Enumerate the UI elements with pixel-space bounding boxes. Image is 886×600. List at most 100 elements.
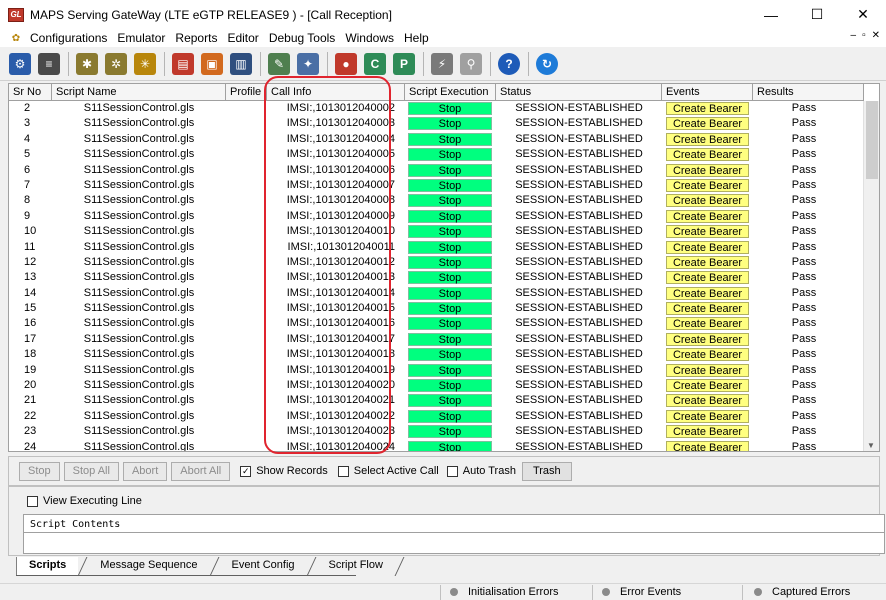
toolbar-button-13[interactable]: ⚡	[428, 50, 456, 78]
row-stop-button[interactable]: Stop	[408, 148, 492, 162]
row-stop-button[interactable]: Stop	[408, 102, 492, 115]
show-records-checkbox[interactable]: ✓ Show Records	[240, 465, 328, 477]
col-header-status[interactable]: Status	[496, 84, 662, 101]
table-row[interactable]: 24 S11SessionControl.gls IMSI:,10130120400…	[9, 440, 864, 451]
toolbar-button-15[interactable]: ?	[495, 50, 523, 78]
col-header-script-name[interactable]: Script Name	[52, 84, 226, 101]
menu-debug-tools[interactable]: Debug Tools	[269, 31, 336, 45]
toolbar-button-10[interactable]: ●	[332, 50, 360, 78]
maximize-button[interactable]: ☐	[794, 0, 840, 29]
row-stop-button[interactable]: Stop	[408, 302, 492, 316]
create-bearer-button[interactable]: Create Bearer	[666, 132, 749, 146]
create-bearer-button[interactable]: Create Bearer	[666, 271, 749, 285]
create-bearer-button[interactable]: Create Bearer	[666, 348, 749, 362]
col-header-results[interactable]: Results	[753, 84, 864, 101]
toolbar-button-14[interactable]: ⚲	[457, 50, 485, 78]
toolbar-button-9[interactable]: ✦	[294, 50, 322, 78]
table-row[interactable]: 10 S11SessionControl.gls IMSI:,10130120400…	[9, 224, 864, 239]
create-bearer-button[interactable]: Create Bearer	[666, 332, 749, 346]
table-row[interactable]: 12 S11SessionControl.gls IMSI:,10130120400…	[9, 255, 864, 270]
script-contents-box[interactable]: Script Contents	[23, 514, 885, 554]
create-bearer-button[interactable]: Create Bearer	[666, 409, 749, 423]
mdi-restore-button[interactable]: ▫	[862, 30, 866, 41]
col-header-script-execution[interactable]: Script Execution	[405, 84, 496, 101]
table-row[interactable]: 2 S11SessionControl.gls IMSI:,101301204000…	[9, 101, 864, 116]
create-bearer-button[interactable]: Create Bearer	[666, 163, 749, 177]
auto-trash-box[interactable]	[446, 465, 458, 477]
row-stop-button[interactable]: Stop	[408, 348, 492, 362]
row-stop-button[interactable]: Stop	[408, 240, 492, 254]
menu-configurations[interactable]: Configurations	[30, 31, 107, 45]
create-bearer-button[interactable]: Create Bearer	[666, 302, 749, 316]
row-stop-button[interactable]: Stop	[408, 255, 492, 269]
col-header-call-info[interactable]: Call Info	[267, 84, 405, 101]
create-bearer-button[interactable]: Create Bearer	[666, 425, 749, 439]
row-stop-button[interactable]: Stop	[408, 440, 492, 451]
toolbar-button-11[interactable]: C	[361, 50, 389, 78]
abort-button[interactable]: Abort	[122, 461, 168, 481]
row-stop-button[interactable]: Stop	[408, 117, 492, 131]
create-bearer-button[interactable]: Create Bearer	[666, 394, 749, 408]
tab-script-flow[interactable]: Script Flow	[317, 557, 395, 575]
system-menu-icon[interactable]: ✿	[8, 31, 24, 45]
create-bearer-button[interactable]: Create Bearer	[666, 440, 749, 451]
toolbar-button-12[interactable]: P	[390, 50, 418, 78]
toolbar-button-6[interactable]: ▣	[198, 50, 226, 78]
abort-all-button[interactable]: Abort All	[171, 461, 231, 481]
table-row[interactable]: 20 S11SessionControl.gls IMSI:,10130120400…	[9, 378, 864, 393]
toolbar-button-16[interactable]: ↻	[533, 50, 561, 78]
row-stop-button[interactable]: Stop	[408, 225, 492, 239]
toolbar-button-5[interactable]: ▤	[169, 50, 197, 78]
toolbar-button-0[interactable]: ⚙	[6, 50, 34, 78]
table-row[interactable]: 5 S11SessionControl.gls IMSI:,101301204000…	[9, 147, 864, 162]
row-stop-button[interactable]: Stop	[408, 363, 492, 377]
toolbar-button-4[interactable]: ✳	[131, 50, 159, 78]
table-row[interactable]: 4 S11SessionControl.gls IMSI:,101301204000…	[9, 132, 864, 147]
create-bearer-button[interactable]: Create Bearer	[666, 194, 749, 208]
select-active-call-box[interactable]	[337, 465, 349, 477]
table-row[interactable]: 14 S11SessionControl.gls IMSI:,10130120400…	[9, 286, 864, 301]
create-bearer-button[interactable]: Create Bearer	[666, 178, 749, 192]
close-button[interactable]: ✕	[840, 0, 886, 29]
toolbar-button-7[interactable]: ▥	[227, 50, 255, 78]
tab-scripts[interactable]: Scripts	[16, 557, 79, 575]
table-row[interactable]: 15 S11SessionControl.gls IMSI:,10130120400…	[9, 301, 864, 316]
toolbar-button-1[interactable]: ≡	[35, 50, 63, 78]
auto-trash-checkbox[interactable]: Auto Trash	[446, 465, 516, 477]
row-stop-button[interactable]: Stop	[408, 317, 492, 331]
row-stop-button[interactable]: Stop	[408, 194, 492, 208]
scroll-down-icon[interactable]: ▼	[867, 441, 875, 450]
menu-windows[interactable]: Windows	[345, 31, 394, 45]
create-bearer-button[interactable]: Create Bearer	[666, 317, 749, 331]
row-stop-button[interactable]: Stop	[408, 379, 492, 393]
create-bearer-button[interactable]: Create Bearer	[666, 363, 749, 377]
menu-reports[interactable]: Reports	[175, 31, 217, 45]
row-stop-button[interactable]: Stop	[408, 409, 492, 423]
minimize-button[interactable]: —	[748, 0, 794, 29]
row-stop-button[interactable]: Stop	[408, 332, 492, 346]
mdi-minimize-button[interactable]: –	[851, 30, 857, 41]
row-stop-button[interactable]: Stop	[408, 132, 492, 146]
create-bearer-button[interactable]: Create Bearer	[666, 225, 749, 239]
col-header-events[interactable]: Events	[662, 84, 753, 101]
select-active-call-checkbox[interactable]: Select Active Call	[337, 465, 439, 477]
create-bearer-button[interactable]: Create Bearer	[666, 286, 749, 300]
table-row[interactable]: 11 S11SessionControl.gls IMSI:,10130120400…	[9, 240, 864, 255]
mdi-close-button[interactable]: ✕	[872, 30, 880, 41]
row-stop-button[interactable]: Stop	[408, 394, 492, 408]
toolbar-button-3[interactable]: ✲	[102, 50, 130, 78]
table-row[interactable]: 23 S11SessionControl.gls IMSI:,10130120400…	[9, 424, 864, 439]
col-header-sr-no[interactable]: Sr No	[9, 84, 52, 101]
create-bearer-button[interactable]: Create Bearer	[666, 102, 749, 115]
table-row[interactable]: 3 S11SessionControl.gls IMSI:,101301204000…	[9, 116, 864, 131]
row-stop-button[interactable]: Stop	[408, 163, 492, 177]
table-row[interactable]: 18 S11SessionControl.gls IMSI:,10130120400…	[9, 347, 864, 362]
create-bearer-button[interactable]: Create Bearer	[666, 379, 749, 393]
table-row[interactable]: 17 S11SessionControl.gls IMSI:,10130120400…	[9, 332, 864, 347]
table-row[interactable]: 13 S11SessionControl.gls IMSI:,10130120400…	[9, 270, 864, 285]
create-bearer-button[interactable]: Create Bearer	[666, 117, 749, 131]
create-bearer-button[interactable]: Create Bearer	[666, 148, 749, 162]
create-bearer-button[interactable]: Create Bearer	[666, 255, 749, 269]
scrollbar-thumb[interactable]	[866, 101, 878, 179]
table-row[interactable]: 22 S11SessionControl.gls IMSI:,10130120400…	[9, 409, 864, 424]
